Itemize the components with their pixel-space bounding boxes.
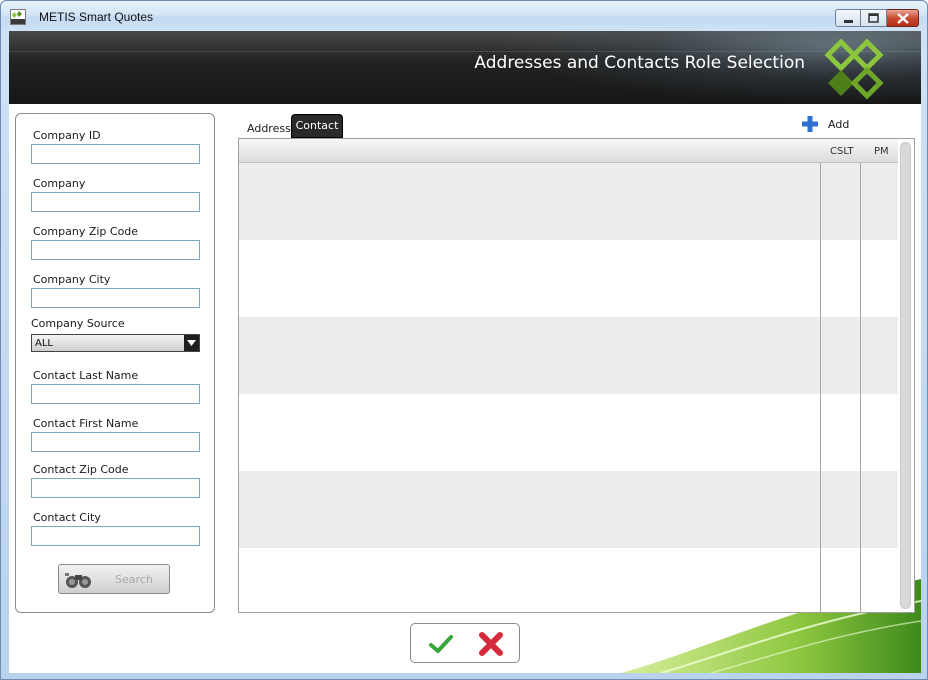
company-zip-input[interactable]	[31, 240, 200, 260]
company-city-input[interactable]	[31, 288, 200, 308]
page-title: Addresses and Contacts Role Selection	[474, 53, 805, 73]
table-row[interactable]	[239, 548, 898, 612]
minimize-button[interactable]	[835, 9, 861, 27]
column-divider	[820, 163, 821, 612]
contact-last-name-label: Contact Last Name	[33, 369, 139, 382]
dialog-actions	[410, 623, 520, 663]
tab-address[interactable]: Address	[247, 122, 291, 135]
table-row[interactable]	[239, 471, 898, 548]
add-button[interactable]: Add	[801, 115, 861, 133]
company-id-label: Company ID	[33, 129, 101, 142]
grid-header: CSLT PM	[239, 139, 898, 163]
column-header-cslt[interactable]: CSLT	[830, 146, 854, 157]
metis-logo-icon	[824, 38, 884, 100]
checkmark-icon	[429, 635, 453, 653]
metis-logo-icon	[10, 9, 26, 25]
search-filter-panel: Company ID Company Company Zip Code Comp…	[15, 113, 215, 613]
vertical-scrollbar[interactable]	[900, 142, 911, 609]
table-row[interactable]	[239, 394, 898, 471]
contact-zip-input[interactable]	[31, 478, 200, 498]
chevron-down-icon	[187, 340, 196, 346]
company-source-select[interactable]: ALL	[31, 334, 200, 352]
window-controls	[835, 9, 919, 27]
search-button-label: Search	[115, 573, 153, 586]
tab-contact[interactable]: Contact	[291, 114, 343, 138]
contact-zip-label: Contact Zip Code	[33, 463, 129, 476]
company-label: Company	[33, 177, 86, 190]
binoculars-icon	[65, 573, 91, 588]
ok-button[interactable]	[429, 632, 453, 656]
maximize-icon	[868, 13, 879, 23]
column-header-pm[interactable]: PM	[874, 146, 889, 157]
company-source-label: Company Source	[31, 317, 125, 330]
contact-first-name-label: Contact First Name	[33, 417, 139, 430]
contacts-grid: CSLT PM	[238, 138, 915, 613]
contact-city-label: Contact City	[33, 511, 101, 524]
contact-last-name-input[interactable]	[31, 384, 200, 404]
company-zip-label: Company Zip Code	[33, 225, 139, 238]
table-row[interactable]	[239, 317, 898, 394]
app-window: METIS Smart Quotes Addresses and Contact…	[0, 0, 928, 680]
add-button-label: Add	[828, 118, 850, 131]
cancel-button[interactable]	[478, 631, 504, 657]
close-icon	[897, 13, 909, 24]
dropdown-arrow[interactable]	[184, 335, 199, 351]
search-button[interactable]: Search	[58, 564, 170, 594]
table-row[interactable]	[239, 163, 898, 240]
close-button[interactable]	[887, 9, 919, 27]
title-bar[interactable]: METIS Smart Quotes	[1, 1, 927, 31]
company-id-input[interactable]	[31, 144, 200, 164]
client-area: Addresses and Contacts Role Selection Co…	[9, 31, 921, 673]
maximize-button[interactable]	[861, 9, 887, 27]
contact-first-name-input[interactable]	[31, 432, 200, 452]
window-title: METIS Smart Quotes	[39, 10, 154, 24]
company-city-label: Company City	[33, 273, 111, 286]
table-row[interactable]	[239, 240, 898, 317]
minimize-icon	[844, 20, 853, 23]
cross-icon	[479, 632, 503, 656]
contact-city-input[interactable]	[31, 526, 200, 546]
column-divider	[860, 163, 861, 612]
header-banner: Addresses and Contacts Role Selection	[9, 31, 921, 104]
company-source-value: ALL	[35, 338, 53, 349]
company-input[interactable]	[31, 192, 200, 212]
plus-icon	[802, 116, 818, 132]
